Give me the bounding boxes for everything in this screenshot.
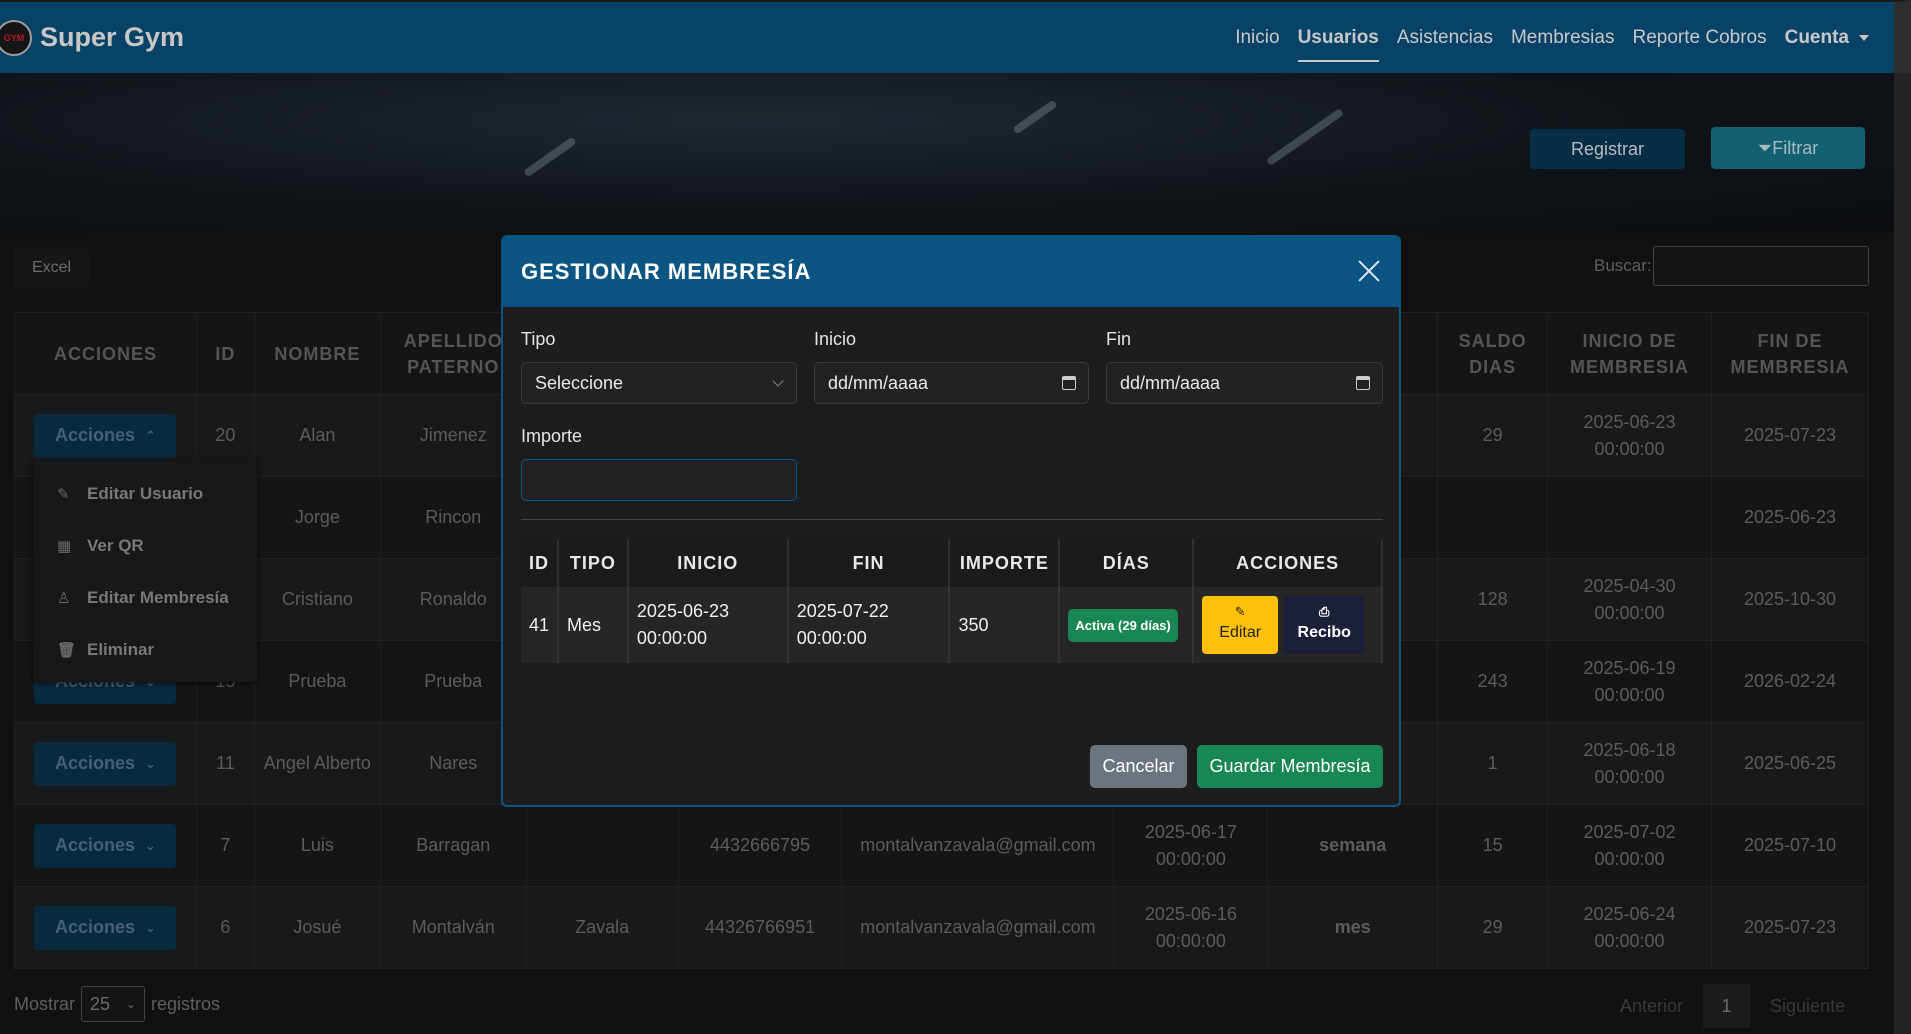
fin-date-placeholder: dd/mm/aaaa	[1120, 372, 1221, 393]
col-id: ID	[521, 539, 559, 587]
gestionar-membresia-modal: GESTIONAR MEMBRESÍA Tipo Seleccione Inic…	[501, 235, 1401, 807]
col-dias: DÍAS	[1059, 539, 1195, 587]
inicio-date-input[interactable]: dd/mm/aaaa	[814, 362, 1089, 404]
membresia-row: 41 Mes 2025-06-23 00:00:00 2025-07-22 00…	[521, 587, 1383, 663]
modal-title: GESTIONAR MEMBRESÍA	[521, 259, 812, 284]
recibo-button[interactable]: ⎙ Recibo	[1284, 596, 1365, 654]
edit-icon: ✎	[1234, 603, 1246, 619]
cell-inicio: 2025-06-23 00:00:00	[627, 587, 789, 663]
col-tipo: TIPO	[557, 539, 629, 587]
importe-label: Importe	[521, 426, 583, 446]
modal-header: GESTIONAR MEMBRESÍA	[503, 237, 1399, 307]
calendar-icon[interactable]	[1356, 376, 1370, 390]
tipo-select[interactable]: Seleccione	[521, 362, 797, 404]
col-importe: IMPORTE	[949, 539, 1061, 587]
cell-fin: 2025-07-22 00:00:00	[787, 587, 951, 663]
inicio-date-placeholder: dd/mm/aaaa	[828, 372, 929, 393]
cell-importe: 350	[949, 587, 1061, 663]
col-fin: FIN	[787, 539, 951, 587]
page: GYM Super Gym Inicio Usuarios Asistencia…	[0, 0, 1911, 1034]
tipo-select-value: Seleccione	[535, 372, 624, 393]
col-acciones: ACCIONES	[1193, 539, 1383, 587]
recibo-label: Recibo	[1297, 623, 1351, 641]
editar-button[interactable]: ✎ Editar	[1202, 596, 1279, 654]
importe-input[interactable]	[521, 459, 797, 501]
col-inicio: INICIO	[627, 539, 789, 587]
close-icon[interactable]	[1357, 259, 1381, 283]
modal-divider	[521, 519, 1383, 520]
fin-date-input[interactable]: dd/mm/aaaa	[1106, 362, 1383, 404]
save-membresia-button[interactable]: Guardar Membresía	[1197, 745, 1383, 788]
inicio-label: Inicio	[814, 329, 857, 349]
cell-id: 41	[521, 587, 559, 663]
membresias-header-row: ID TIPO INICIO FIN IMPORTE DÍAS ACCIONES	[521, 539, 1383, 587]
printer-icon: ⎙	[1318, 603, 1330, 619]
tipo-label: Tipo	[521, 329, 556, 349]
cell-acciones: ✎ Editar ⎙ Recibo	[1193, 587, 1383, 663]
cell-tipo: Mes	[557, 587, 629, 663]
chevron-down-icon	[772, 375, 784, 387]
cancel-button[interactable]: Cancelar	[1090, 745, 1187, 788]
calendar-icon[interactable]	[1062, 376, 1076, 390]
cell-dias: Activa (29 días)	[1059, 587, 1195, 663]
membresias-table: ID TIPO INICIO FIN IMPORTE DÍAS ACCIONES…	[521, 539, 1383, 663]
status-badge: Activa (29 días)	[1068, 608, 1178, 642]
editar-label: Editar	[1219, 623, 1262, 641]
fin-label: Fin	[1106, 329, 1132, 349]
